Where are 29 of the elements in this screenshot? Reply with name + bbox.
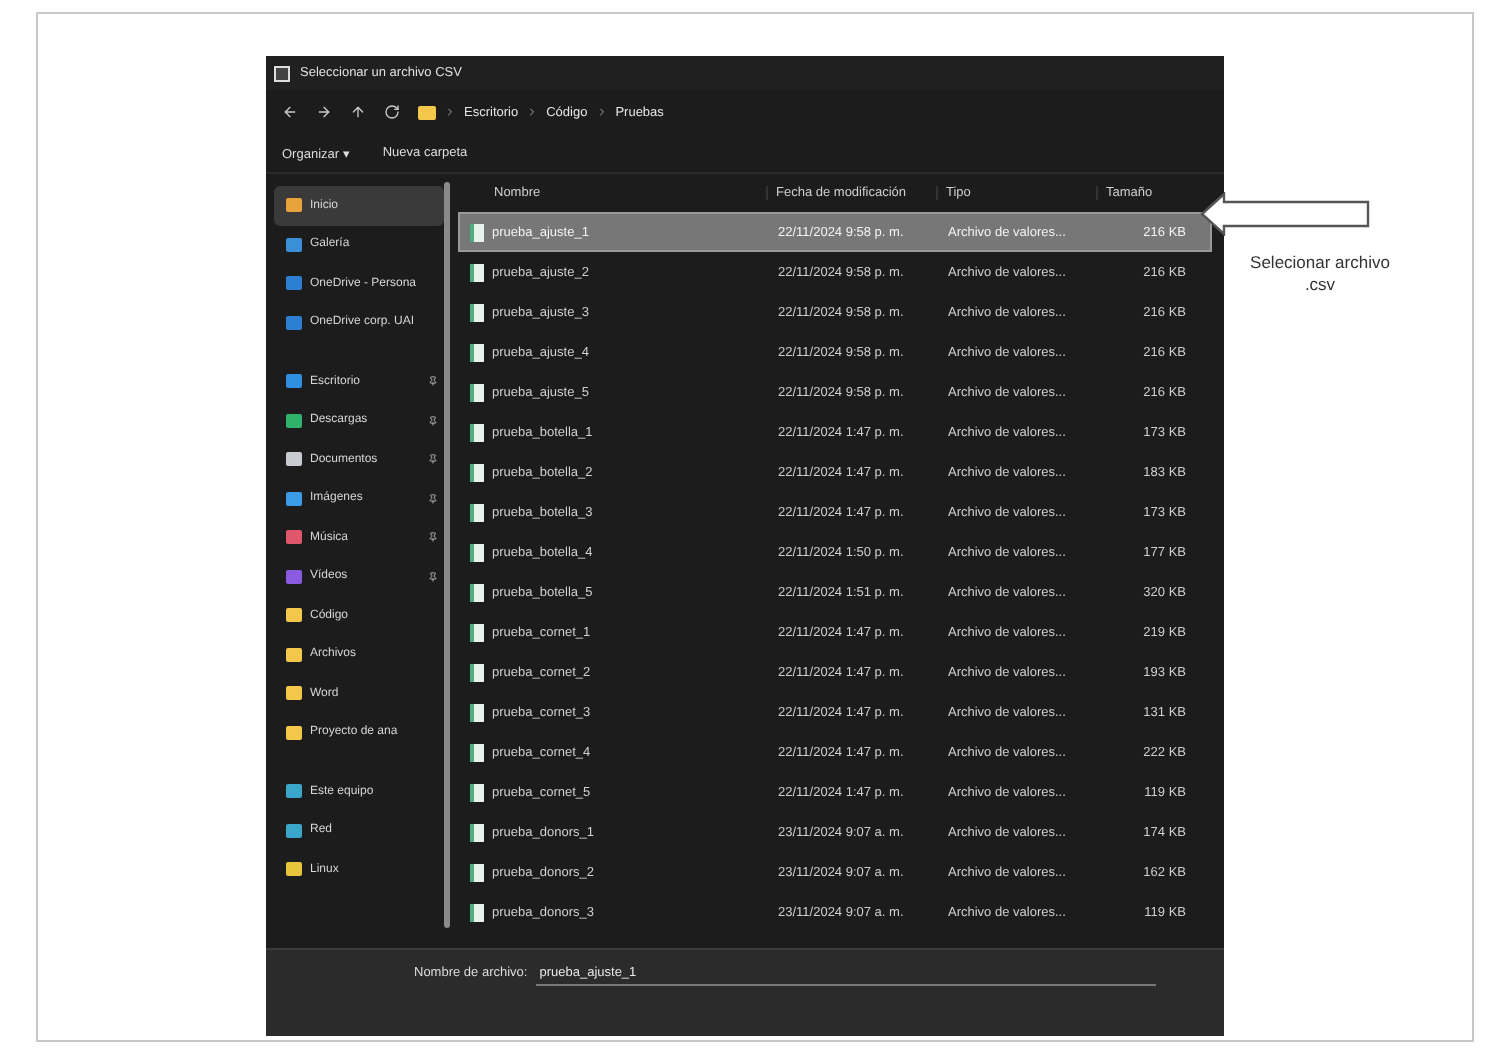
file-icon (470, 543, 484, 561)
file-icon (470, 823, 484, 841)
file-icon (470, 743, 484, 761)
chevron-icon (595, 106, 608, 118)
file-icon (470, 583, 484, 601)
file-icon (470, 663, 484, 681)
scrollbar[interactable] (444, 182, 450, 928)
refresh-icon[interactable] (384, 104, 400, 120)
folder-icon (418, 105, 436, 119)
file-icon (470, 423, 484, 441)
file-icon (470, 383, 484, 401)
file-icon (470, 623, 484, 641)
file-icon (470, 463, 484, 481)
file-icon (470, 303, 484, 321)
file-icon (470, 863, 484, 881)
file-icon (470, 223, 484, 241)
file-icon (470, 783, 484, 801)
file-icon (470, 503, 484, 521)
chevron-icon (444, 106, 456, 118)
file-icon (470, 343, 484, 361)
annotation-text: Selecionar archivo .csv (1248, 252, 1392, 296)
app-icon (274, 65, 290, 81)
back-icon[interactable] (282, 104, 298, 120)
chevron-icon (526, 106, 539, 118)
forward-icon[interactable] (316, 104, 332, 120)
file-icon (470, 703, 484, 721)
file-icon (470, 903, 484, 921)
file-icon (470, 263, 484, 281)
up-icon[interactable] (350, 104, 366, 120)
